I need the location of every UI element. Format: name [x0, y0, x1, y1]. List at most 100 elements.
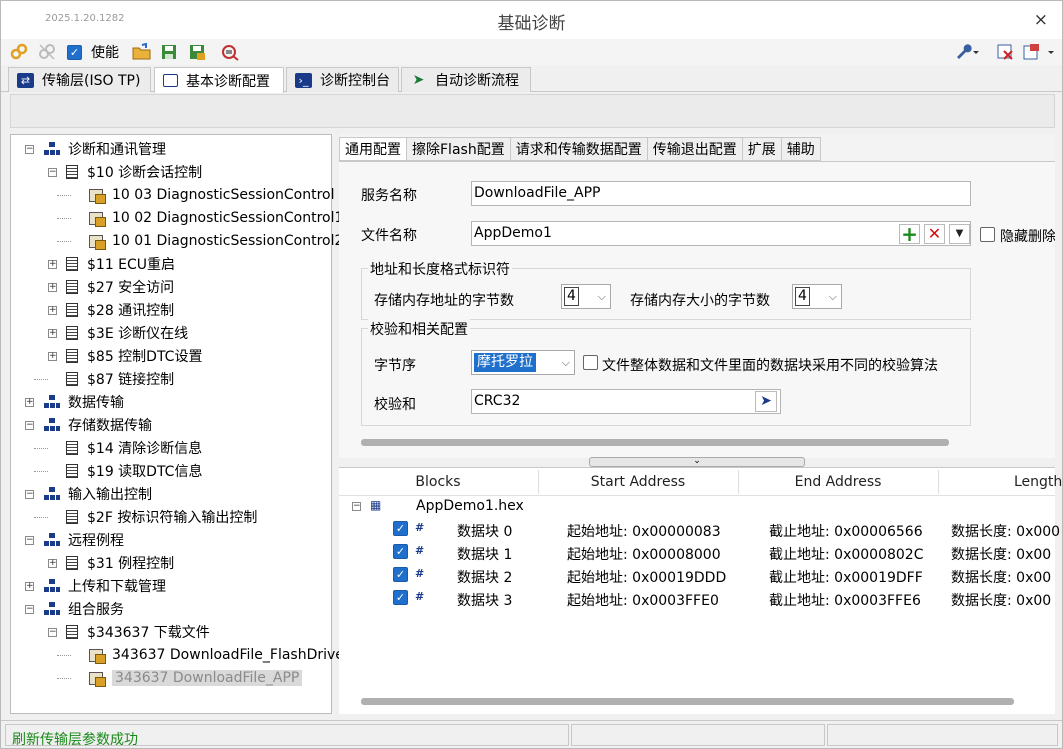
byte-order-combo[interactable]: 摩托罗拉 ⌵ [471, 350, 575, 375]
tree-node[interactable]: $343637 下载文件 [66, 622, 210, 642]
block-name: 数据块 3 [457, 593, 513, 609]
collapse-icon[interactable]: − [48, 628, 57, 637]
save-as-icon[interactable] [188, 43, 206, 61]
col-length[interactable]: Length [1014, 474, 1062, 490]
file-name: AppDemo1.hex [416, 498, 524, 514]
open-folder-icon[interactable] [132, 43, 152, 61]
tab-extend[interactable]: 扩展 [742, 137, 782, 161]
dropdown-icon[interactable]: ▼ [949, 224, 970, 244]
file-name-input[interactable]: AppDemo1 [471, 221, 971, 246]
service-name-input[interactable]: DownloadFile_APP [471, 181, 971, 206]
tree-node[interactable]: 组合服务 [43, 599, 124, 619]
tree-node[interactable]: $10 诊断会话控制 [66, 162, 202, 182]
collapse-icon[interactable]: − [25, 421, 34, 430]
table-row[interactable]: ✓ # 数据块 2 起始地址: 0x00019DDD 截止地址: 0x00019DFF 数… [339, 564, 1055, 587]
mem-addr-combo[interactable]: 4 ⌵ [561, 284, 611, 309]
tab-auto-diag-flow[interactable]: ➤ 自动诊断流程 [401, 67, 531, 92]
export-icon[interactable] [1022, 43, 1056, 61]
tree-node-label: 组合服务 [68, 602, 124, 618]
block-checkbox[interactable]: ✓ [393, 544, 408, 559]
add-icon[interactable]: + [899, 224, 920, 244]
collapse-icon[interactable]: − [352, 502, 361, 511]
expand-icon[interactable]: + [48, 283, 57, 292]
tree-node[interactable]: $19 读取DTC信息 [66, 461, 202, 481]
tree-node[interactable]: $14 清除诊断信息 [66, 438, 202, 458]
cursor-icon[interactable]: ➤ [755, 391, 777, 412]
tree-node[interactable]: $3E 诊断仪在线 [66, 323, 188, 343]
col-blocks[interactable]: Blocks [339, 474, 537, 490]
expand-icon[interactable]: + [48, 559, 57, 568]
remove-icon[interactable]: ✕ [924, 224, 945, 244]
tree-node[interactable]: 10 02 DiagnosticSessionControl1 [89, 208, 343, 228]
col-end-address[interactable]: End Address [739, 474, 937, 490]
form-hscrollbar[interactable] [361, 439, 949, 446]
tab-transport-layer[interactable]: ⇄ 传输层(ISO TP) [8, 67, 151, 92]
tab-diag-console[interactable]: ›_ 诊断控制台 [286, 67, 399, 92]
diagnose-icon[interactable] [220, 43, 240, 61]
collapse-icon[interactable]: − [25, 490, 34, 499]
tree-node[interactable]: 输入输出控制 [43, 484, 152, 504]
save-icon[interactable] [160, 43, 178, 61]
block-checkbox[interactable]: ✓ [393, 521, 408, 536]
checksum-label: 校验和 [374, 397, 416, 413]
tree-node[interactable]: $2F 按标识符输入输出控制 [66, 507, 257, 527]
expand-icon[interactable]: + [48, 329, 57, 338]
grid-file-row[interactable]: − ▦ AppDemo1.hex [339, 495, 1055, 518]
table-row[interactable]: ✓ # 数据块 0 起始地址: 0x00000083 截止地址: 0x00006566 数… [339, 518, 1060, 541]
tree-node[interactable]: 上传和下载管理 [43, 576, 166, 596]
expand-icon[interactable]: + [48, 306, 57, 315]
tree-node[interactable]: 存储数据传输 [43, 415, 152, 435]
expand-icon[interactable]: + [25, 398, 34, 407]
tree-node[interactable]: 诊断和通讯管理 [43, 139, 166, 159]
collapse-icon[interactable]: − [25, 605, 34, 614]
tree-node[interactable]: $28 通讯控制 [66, 300, 174, 320]
block-checkbox[interactable]: ✓ [393, 567, 408, 582]
tab-erase-flash-config[interactable]: 擦除Flash配置 [407, 137, 511, 161]
expand-icon[interactable]: + [48, 352, 57, 361]
tree-node[interactable]: 数据传输 [43, 392, 124, 412]
tab-general-config[interactable]: 通用配置 [339, 137, 407, 161]
enable-checkbox[interactable]: ✓ [67, 43, 82, 61]
tree-node[interactable]: 远程例程 [43, 530, 124, 550]
mem-size-combo[interactable]: 4 ⌵ [792, 284, 842, 309]
collapse-icon[interactable]: − [48, 168, 57, 177]
expand-icon[interactable]: + [48, 260, 57, 269]
tab-transfer-exit-config[interactable]: 传输退出配置 [647, 137, 743, 161]
block-length: 数据长度: 0x00 [951, 547, 1052, 563]
unlink-icon[interactable] [38, 43, 56, 61]
table-row[interactable]: ✓ # 数据块 3 起始地址: 0x0003FFE0 截止地址: 0x0003FFE6 数… [339, 587, 1055, 610]
wrench-icon[interactable] [954, 43, 980, 61]
close-icon[interactable]: × [1034, 10, 1048, 30]
tree-connector [57, 655, 71, 656]
tree-node[interactable]: $27 安全访问 [66, 277, 174, 297]
col-start-address[interactable]: Start Address [539, 474, 737, 490]
delete-window-icon[interactable] [996, 43, 1014, 61]
tree-node[interactable]: 10 03 DiagnosticSessionControl [89, 185, 335, 205]
checksum-input[interactable]: CRC32 [471, 389, 781, 414]
diff-algo-checkbox[interactable] [583, 355, 598, 370]
splitter-handle[interactable]: ⌄ [589, 457, 805, 467]
toolbar: ✓ 使能 [1, 39, 1062, 65]
link-icon[interactable] [10, 43, 28, 61]
table-row[interactable]: ✓ # 数据块 1 起始地址: 0x00008000 截止地址: 0x0000802C 数… [339, 541, 1055, 564]
tree-node[interactable]: 10 01 DiagnosticSessionControl2 [89, 231, 343, 251]
tree-node[interactable]: $87 链接控制 [66, 369, 174, 389]
expand-icon[interactable]: + [25, 582, 34, 591]
tab-basic-diag-config[interactable]: 基本诊断配置 [154, 67, 284, 93]
block-checkbox[interactable]: ✓ [393, 590, 408, 605]
tree-node[interactable]: 343637 DownloadFile_FlashDriver [89, 645, 350, 665]
chevron-down-icon: ⌵ [597, 290, 606, 303]
collapse-icon[interactable]: − [25, 536, 34, 545]
tab-assist[interactable]: 辅助 [781, 137, 821, 161]
tree-node[interactable]: 343637 DownloadFile_APP [89, 668, 303, 688]
tree-node[interactable]: $11 ECU重启 [66, 254, 175, 274]
status-segment: 刷新传输层参数成功 [5, 724, 569, 748]
tab-request-transfer-config[interactable]: 请求和传输数据配置 [510, 137, 648, 161]
tree-node[interactable]: $31 例程控制 [66, 553, 174, 573]
collapse-icon[interactable]: − [25, 145, 34, 154]
tree-node[interactable]: $85 控制DTC设置 [66, 346, 202, 366]
tree-connector [57, 218, 71, 219]
grid-hscrollbar[interactable] [361, 698, 1014, 705]
hide-delete-checkbox[interactable] [980, 227, 995, 242]
network-icon [43, 142, 61, 156]
